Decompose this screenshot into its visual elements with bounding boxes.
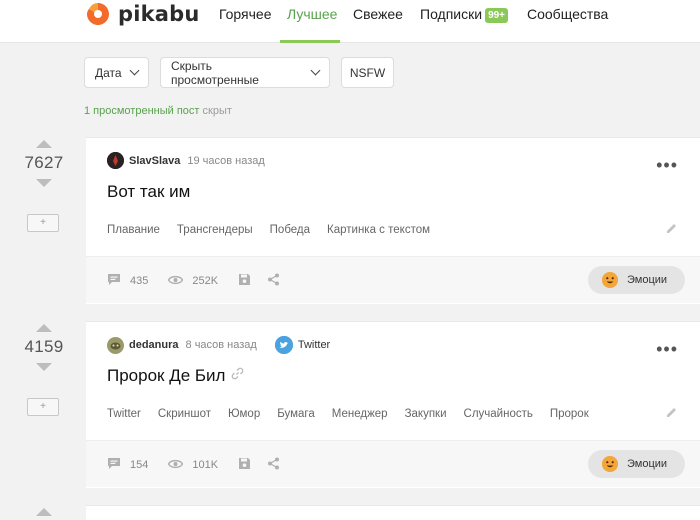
emotions-label: Эмоции <box>627 274 668 286</box>
nsfw-label: NSFW <box>349 65 386 80</box>
story-card: SlavSlava 19 часов назад ••• Вот так им … <box>86 137 700 304</box>
author-name[interactable]: dedanura <box>129 339 179 351</box>
downvote-icon[interactable] <box>36 179 52 187</box>
story-author-row: SlavSlava 19 часов назад <box>107 152 265 169</box>
comments-count[interactable]: 435 <box>130 275 148 287</box>
hidden-posts-note: 1 просмотренный пост скрыт <box>84 105 232 117</box>
chevron-down-icon <box>129 65 140 76</box>
date-filter-dropdown[interactable]: Дата <box>84 57 149 88</box>
nav-subscriptions[interactable]: Подписки 99+ <box>420 6 509 23</box>
active-nav-underline <box>280 40 340 43</box>
story-rating: 4159 <box>22 324 66 371</box>
more-options-icon[interactable]: ••• <box>656 156 678 174</box>
subscriptions-badge: 99+ <box>485 8 509 23</box>
story-title[interactable]: Пророк Де Бил <box>107 366 225 385</box>
post-time: 8 часов назад <box>185 339 257 351</box>
downvote-icon[interactable] <box>36 363 52 371</box>
chevron-down-icon <box>310 65 321 76</box>
comments-icon[interactable] <box>107 273 121 289</box>
rating-score: 7627 <box>24 153 64 172</box>
pikabu-logo-icon <box>86 2 110 26</box>
site-logo[interactable]: pikabu <box>86 2 200 26</box>
story-rating <box>22 508 66 516</box>
nav-fresh[interactable]: Свежее <box>353 6 403 22</box>
emoji-face-icon <box>602 456 618 472</box>
story-footer: 435 252K Эмоции <box>86 256 700 303</box>
edit-tags-icon[interactable] <box>665 222 678 238</box>
avatar[interactable] <box>107 336 124 354</box>
hidden-posts-rest: скрыт <box>199 105 232 117</box>
story-tags: Twitter Скриншот Юмор Бумага Менеджер За… <box>107 408 606 420</box>
more-options-icon[interactable]: ••• <box>656 340 678 358</box>
views-icon <box>168 275 184 288</box>
story-title-row: Пророк Де Бил <box>107 366 244 386</box>
save-icon[interactable] <box>238 273 251 289</box>
views-count: 101K <box>192 459 219 471</box>
emotions-label: Эмоции <box>627 458 668 470</box>
tag[interactable]: Случайность <box>464 408 533 420</box>
community-name[interactable]: Twitter <box>298 339 330 351</box>
nav-best[interactable]: Лучшее <box>287 6 337 22</box>
tag[interactable]: Трансгендеры <box>177 224 253 236</box>
tag[interactable]: Пророк <box>550 408 589 420</box>
nav-communities[interactable]: Сообщества <box>527 6 608 22</box>
upvote-icon[interactable] <box>36 508 52 516</box>
views-icon <box>168 459 184 472</box>
logo-text: pikabu <box>118 2 200 26</box>
story-meta: 435 252K <box>107 273 289 289</box>
story-card: dedanura 8 часов назад Twitter ••• Проро… <box>86 321 700 488</box>
hidden-posts-link[interactable]: 1 просмотренный пост <box>84 105 199 117</box>
author-name[interactable]: SlavSlava <box>129 155 180 167</box>
edit-tags-icon[interactable] <box>665 406 678 422</box>
story-title[interactable]: Вот так им <box>107 182 190 202</box>
upvote-icon[interactable] <box>36 140 52 148</box>
upvote-icon[interactable] <box>36 324 52 332</box>
comments-icon[interactable] <box>107 457 121 473</box>
post-time: 19 часов назад <box>187 154 265 167</box>
tag[interactable]: Плавание <box>107 224 160 236</box>
link-icon[interactable] <box>231 367 244 383</box>
nsfw-filter-button[interactable]: NSFW <box>341 57 394 88</box>
save-icon[interactable] <box>238 457 251 473</box>
story-footer: 154 101K Эмоции <box>86 440 700 487</box>
avatar[interactable] <box>107 152 124 169</box>
tag[interactable]: Картинка с текстом <box>327 224 430 236</box>
top-header: pikabu Горячее Лучшее Свежее Подписки 99+… <box>0 0 700 43</box>
tag[interactable]: Победа <box>270 224 310 236</box>
nav-subscriptions-label: Подписки <box>420 6 483 22</box>
emoji-face-icon <box>602 272 618 288</box>
tag[interactable]: Twitter <box>107 408 141 420</box>
tag[interactable]: Бумага <box>277 408 315 420</box>
emotions-button[interactable]: Эмоции <box>588 266 685 294</box>
rating-score: 4159 <box>24 337 64 356</box>
story-card <box>86 505 700 520</box>
share-icon[interactable] <box>267 273 280 289</box>
save-story-button[interactable]: + <box>27 398 59 416</box>
tag[interactable]: Юмор <box>228 408 260 420</box>
hide-seen-label: Скрыть просмотренные <box>171 58 259 87</box>
hide-seen-dropdown[interactable]: Скрыть просмотренные <box>160 57 330 88</box>
tag[interactable]: Скриншот <box>158 408 211 420</box>
story-meta: 154 101K <box>107 457 289 473</box>
story-tags: Плавание Трансгендеры Победа Картинка с … <box>107 224 447 236</box>
emotions-button[interactable]: Эмоции <box>588 450 685 478</box>
share-icon[interactable] <box>267 457 280 473</box>
views-count: 252K <box>192 275 219 287</box>
tag[interactable]: Менеджер <box>332 408 388 420</box>
comments-count[interactable]: 154 <box>130 459 148 471</box>
save-story-button[interactable]: + <box>27 214 59 232</box>
twitter-icon[interactable] <box>274 336 293 354</box>
story-author-row: dedanura 8 часов назад Twitter <box>107 336 330 354</box>
story-rating: 7627 <box>22 140 66 187</box>
nav-hot[interactable]: Горячее <box>219 6 272 22</box>
tag[interactable]: Закупки <box>405 408 447 420</box>
date-filter-label: Дата <box>95 65 122 80</box>
